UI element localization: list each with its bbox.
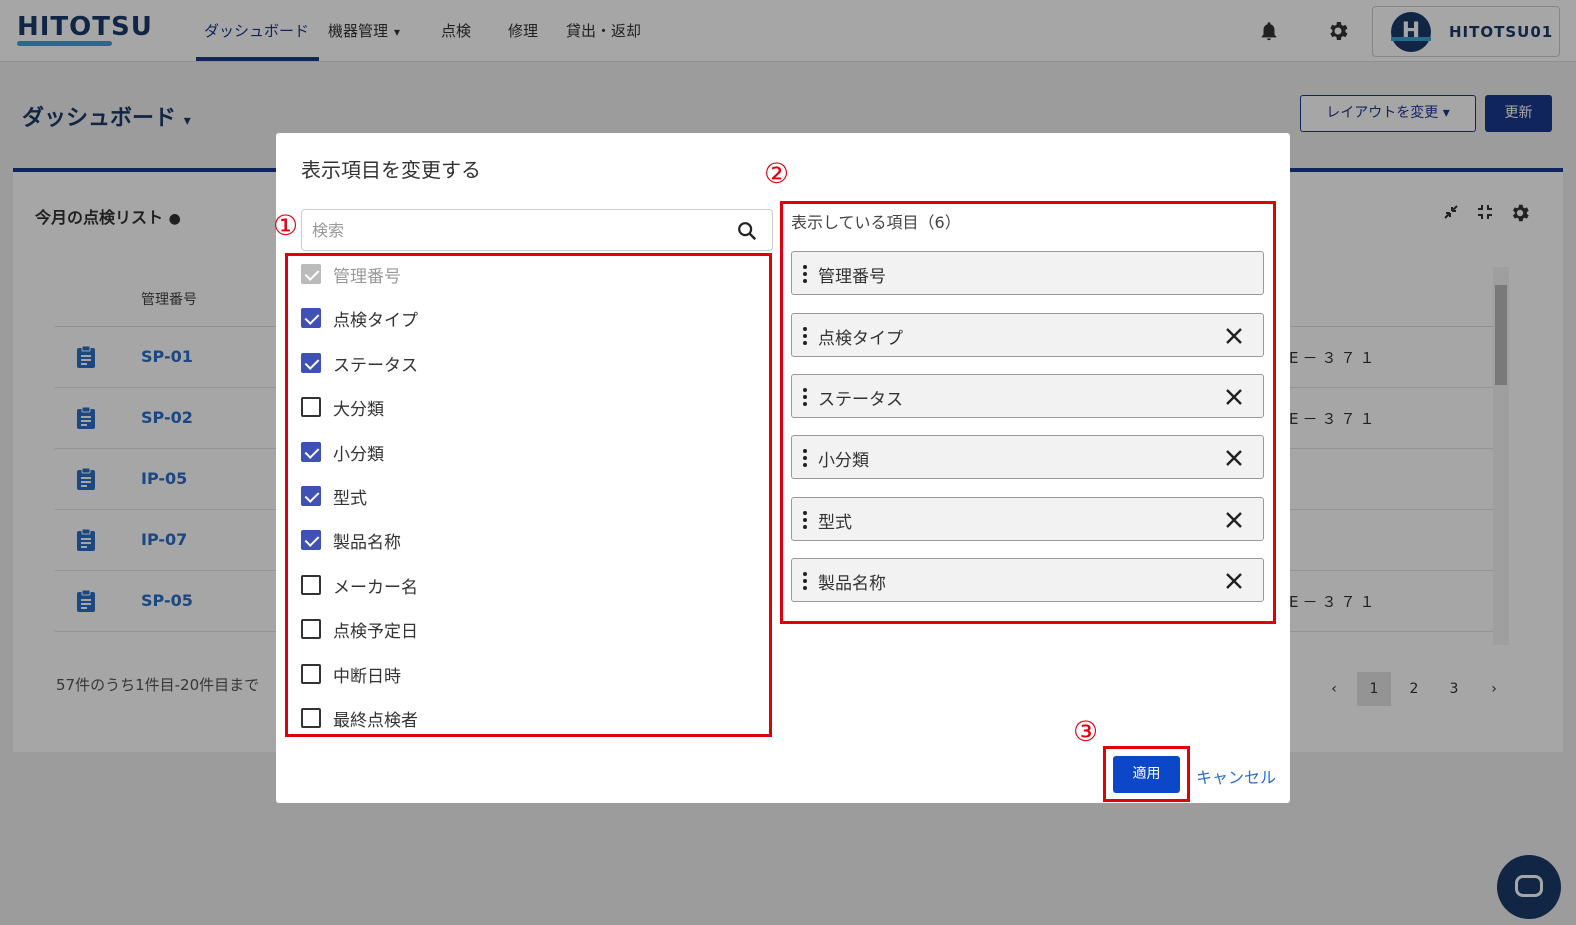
callout-number-2: ②: [764, 157, 790, 190]
cancel-button[interactable]: キャンセル: [1196, 764, 1276, 788]
column-settings-dialog: 表示項目を変更する 管理番号 点検タイプ ステータス 大分類 小分類 型式 製品…: [273, 133, 1290, 803]
dialog-title: 表示項目を変更する: [301, 158, 481, 182]
callout-box-1: [285, 253, 772, 737]
callout-number-3: ③: [1073, 715, 1099, 748]
search-field[interactable]: [301, 209, 773, 251]
search-input[interactable]: [312, 218, 712, 242]
search-icon[interactable]: [736, 220, 758, 242]
callout-box-2: [780, 201, 1276, 624]
callout-box-3: [1103, 746, 1190, 802]
callout-number-1: ①: [273, 209, 299, 242]
